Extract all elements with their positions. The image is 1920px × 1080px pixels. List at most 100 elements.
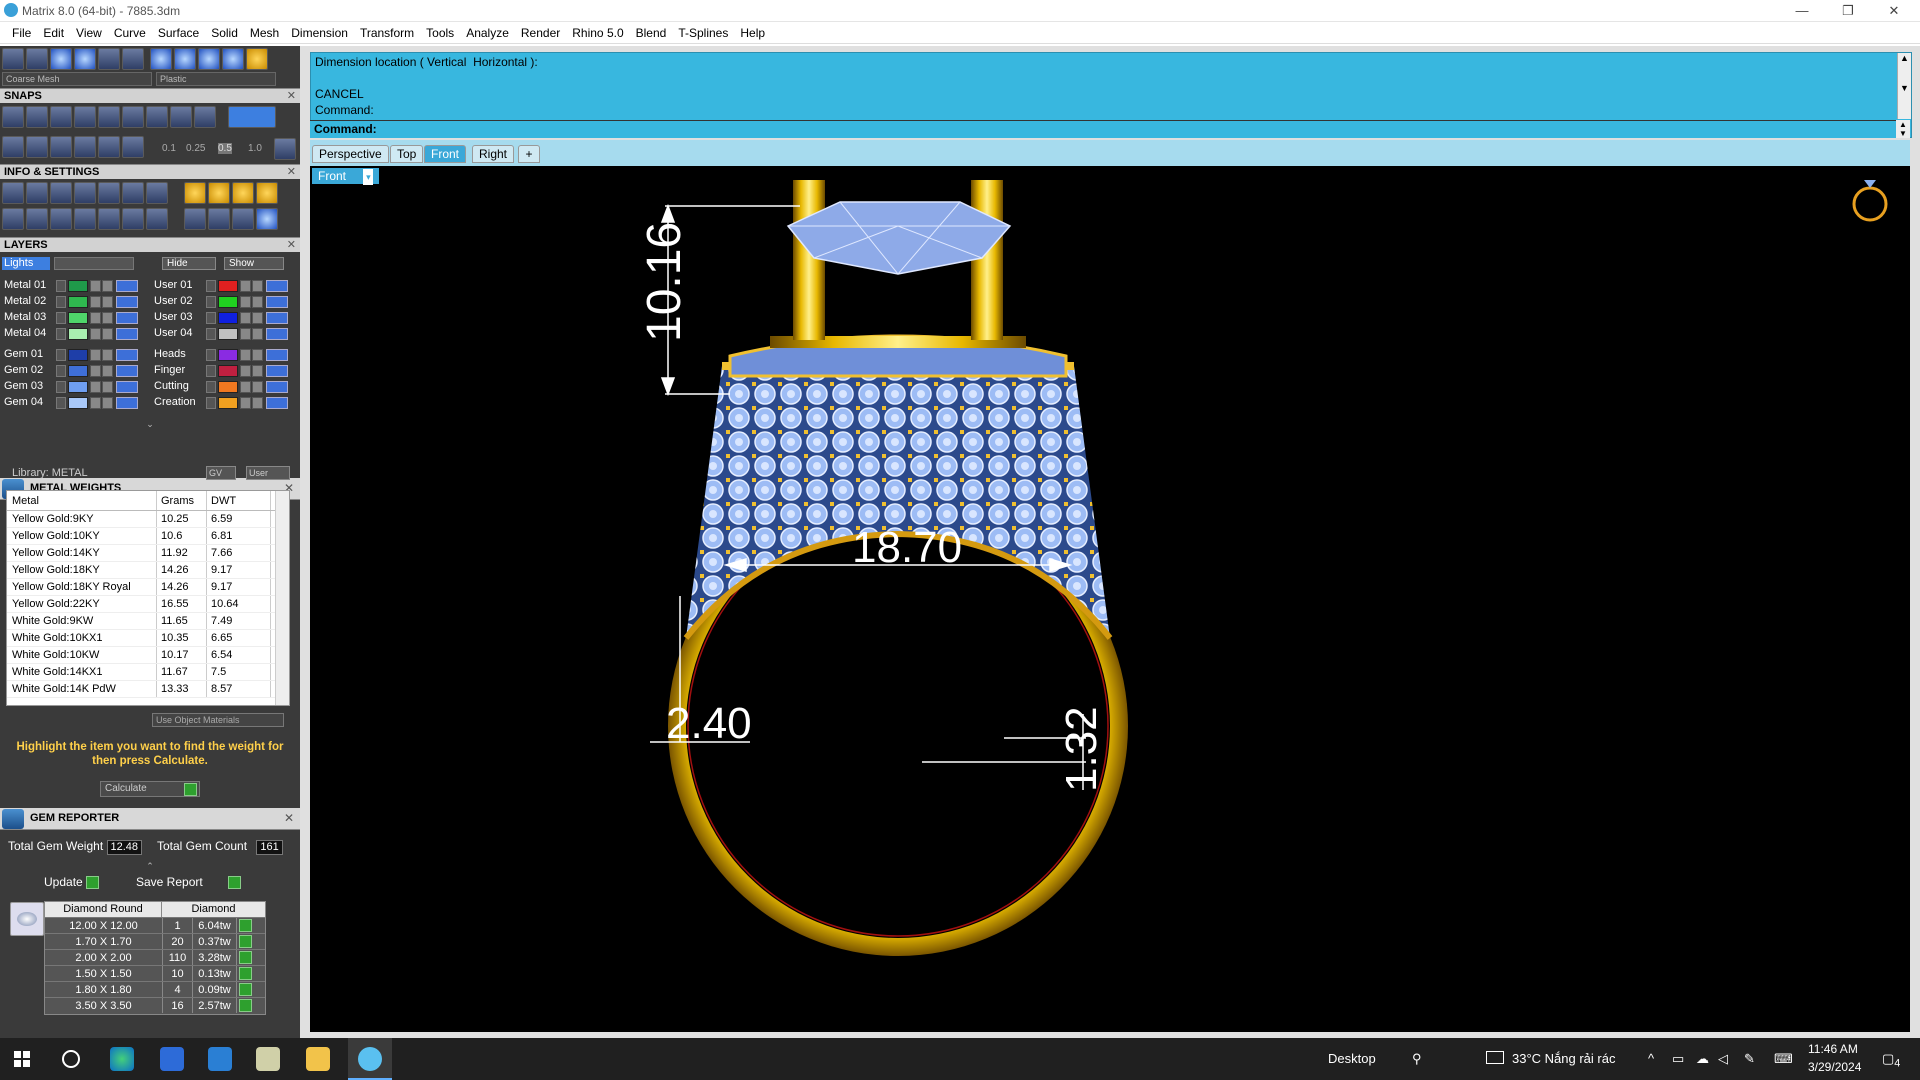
pan-icon[interactable] <box>26 48 48 70</box>
table-row[interactable]: White Gold:14K PdW 13.33 8.57 <box>7 681 289 698</box>
layer-expand-icon[interactable] <box>56 296 66 308</box>
lock-icon[interactable] <box>240 312 251 324</box>
snap-cen-icon[interactable] <box>98 106 120 128</box>
close-button[interactable]: ✕ <box>1872 0 1916 22</box>
book-icon[interactable] <box>74 208 96 230</box>
mail-icon[interactable] <box>208 1047 232 1071</box>
table-row[interactable]: Yellow Gold:22KY 16.55 10.64 <box>7 596 289 613</box>
scale-icon[interactable] <box>208 182 230 204</box>
visibility-icon[interactable] <box>102 349 113 361</box>
app-icon[interactable] <box>256 1047 280 1071</box>
snap-surface-icon[interactable] <box>98 136 120 158</box>
layer-row[interactable]: User 03 <box>154 311 294 325</box>
layer-color-swatch[interactable] <box>68 296 88 308</box>
layer-color-swatch[interactable] <box>218 328 238 340</box>
visibility-icon[interactable] <box>102 397 113 409</box>
desktop-toolbar[interactable]: Desktop <box>1328 1051 1376 1066</box>
layer-expand-icon[interactable] <box>206 349 216 361</box>
material-dropdown[interactable]: Plastic <box>156 72 276 86</box>
render-sphere-icon[interactable] <box>74 48 96 70</box>
lock-icon[interactable] <box>240 349 251 361</box>
chevron-up-icon[interactable]: ^ <box>1648 1051 1654 1066</box>
visibility-icon[interactable] <box>252 349 263 361</box>
gold-sphere-icon[interactable] <box>246 48 268 70</box>
pen-icon[interactable]: ✎ <box>1744 1051 1755 1067</box>
layer-row[interactable]: Metal 03 <box>4 311 144 325</box>
layer-row[interactable]: Gem 04 <box>4 396 144 410</box>
column-dwt[interactable]: DWT <box>207 491 271 510</box>
layer-expand-icon[interactable] <box>206 312 216 324</box>
layer-row[interactable]: Gem 02 <box>4 364 144 378</box>
snap-value-selected[interactable]: 0.5 <box>218 143 232 154</box>
network-icon[interactable] <box>208 208 230 230</box>
menu-tsplines[interactable]: T-Splines <box>672 26 734 40</box>
table-row[interactable]: Yellow Gold:10KY 10.6 6.81 <box>7 528 289 545</box>
menu-solid[interactable]: Solid <box>205 26 244 40</box>
layer-select-icon[interactable] <box>116 397 138 409</box>
menu-help[interactable]: Help <box>734 26 771 40</box>
layer-select-icon[interactable] <box>116 328 138 340</box>
visibility-icon[interactable] <box>252 381 263 393</box>
layer-select-icon[interactable] <box>266 381 288 393</box>
snap-value[interactable]: 0.25 <box>186 143 205 154</box>
snap-ortho-icon[interactable] <box>122 136 144 158</box>
select-gem-icon[interactable] <box>238 919 252 932</box>
box-icon[interactable] <box>50 208 72 230</box>
table-row[interactable]: Yellow Gold:14KY 11.92 7.66 <box>7 545 289 562</box>
layer-select-icon[interactable] <box>266 312 288 324</box>
settings-icon[interactable] <box>2 182 24 204</box>
layer-expand-icon[interactable] <box>206 296 216 308</box>
panel-splitter[interactable]: ⌄ <box>0 420 300 429</box>
edit-icon[interactable] <box>122 182 144 204</box>
visibility-icon[interactable] <box>102 280 113 292</box>
layer-select-icon[interactable] <box>266 349 288 361</box>
layers-icon[interactable] <box>50 182 72 204</box>
menu-blend[interactable]: Blend <box>630 26 673 40</box>
tab-right[interactable]: Right <box>472 145 515 163</box>
layer-expand-icon[interactable] <box>206 365 216 377</box>
file-explorer-icon[interactable] <box>306 1047 330 1071</box>
layer-expand-icon[interactable] <box>206 381 216 393</box>
screen-icon[interactable] <box>122 48 144 70</box>
add-tab-icon[interactable]: + <box>518 145 540 163</box>
snap-plane-icon[interactable] <box>26 136 48 158</box>
layer-select-icon[interactable] <box>116 365 138 377</box>
lock-icon[interactable] <box>90 349 101 361</box>
command-scrollbar[interactable]: ▲ ▼ <box>1897 53 1911 119</box>
layer-color-swatch[interactable] <box>68 365 88 377</box>
menu-edit[interactable]: Edit <box>37 26 70 40</box>
menu-transform[interactable]: Transform <box>354 26 420 40</box>
keyboard-icon[interactable]: ⌨ <box>1774 1051 1793 1067</box>
clock-date[interactable]: 3/29/2024 <box>1808 1060 1861 1074</box>
minimize-button[interactable]: — <box>1780 0 1824 22</box>
layer-select-icon[interactable] <box>116 296 138 308</box>
layer-color-swatch[interactable] <box>68 280 88 292</box>
lock-icon[interactable] <box>90 397 101 409</box>
people-icon[interactable]: ⚲ <box>1412 1051 1422 1067</box>
tab-top[interactable]: Top <box>390 145 424 163</box>
search-icon[interactable] <box>62 1050 80 1068</box>
menu-dimension[interactable]: Dimension <box>285 26 354 40</box>
lights-toggle[interactable]: Lights <box>2 257 50 270</box>
menu-surface[interactable]: Surface <box>152 26 205 40</box>
visibility-icon[interactable] <box>252 312 263 324</box>
visibility-icon[interactable] <box>102 312 113 324</box>
lights-controls[interactable] <box>54 257 134 270</box>
show-button[interactable]: Show <box>224 257 284 270</box>
column-grams[interactable]: Grams <box>157 491 207 510</box>
clock-time[interactable]: 11:46 AM <box>1808 1042 1858 1056</box>
transform-icon[interactable] <box>122 208 144 230</box>
snap-value[interactable]: 1.0 <box>248 143 262 154</box>
layer-color-swatch[interactable] <box>218 381 238 393</box>
layer-select-icon[interactable] <box>266 280 288 292</box>
panel-splitter[interactable]: ⌃ <box>0 861 300 872</box>
layer-select-icon[interactable] <box>116 381 138 393</box>
table-row[interactable]: Yellow Gold:18KY 14.26 9.17 <box>7 562 289 579</box>
menu-tools[interactable]: Tools <box>420 26 460 40</box>
report-icon[interactable] <box>232 182 254 204</box>
layer-expand-icon[interactable] <box>56 397 66 409</box>
gem-icon[interactable] <box>146 182 168 204</box>
snap-tan-icon[interactable] <box>170 106 192 128</box>
layer-select-icon[interactable] <box>116 280 138 292</box>
material-sphere-2-icon[interactable] <box>174 48 196 70</box>
